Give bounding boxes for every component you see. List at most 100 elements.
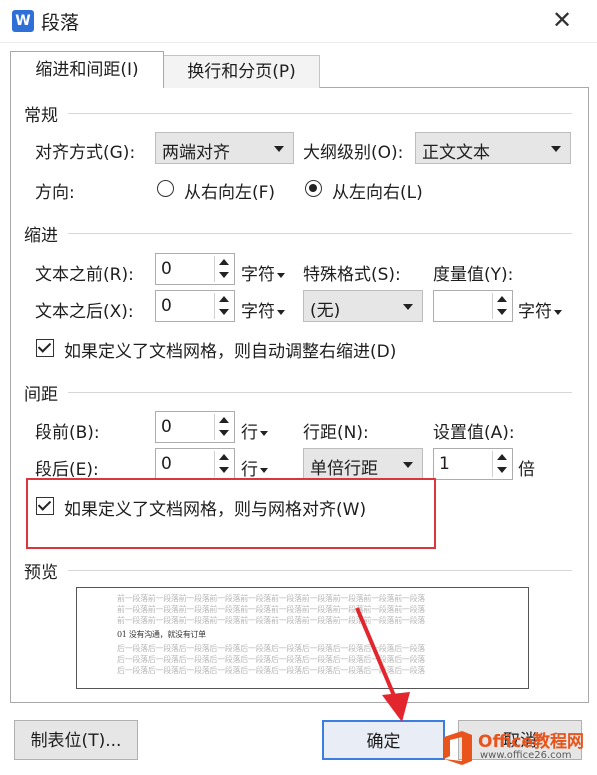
title-bar (0, 0, 597, 43)
indent-after-unit[interactable]: 字符 (241, 297, 285, 322)
space-after-unit[interactable]: 行 (241, 455, 268, 480)
spinner-buttons[interactable] (214, 451, 232, 477)
indent-after-spinner[interactable]: 0 (155, 290, 235, 322)
chevron-down-icon (277, 309, 285, 315)
alignment-value: 两端对齐 (162, 143, 230, 163)
special-format-label: 特殊格式(S): (303, 265, 401, 285)
setting-value: 1 (439, 454, 450, 474)
dialog-title: 段落 (41, 12, 80, 34)
preview-next-line: 后一段落后一段落后一段落后一段落后一段落后一段落后一段落后一段落后一段落后一段落 (117, 666, 425, 675)
unit-text: 行 (241, 460, 258, 480)
preview-prev-line: 前一段落前一段落前一段落前一段落前一段落前一段落前一段落前一段落前一段落前一段落 (117, 594, 425, 603)
measure-unit[interactable]: 字符 (518, 297, 562, 322)
section-spacing-title: 间距 (24, 385, 58, 405)
spin-down-icon[interactable] (219, 272, 229, 278)
checkmark-icon (37, 339, 52, 353)
indent-after-label: 文本之后(X): (35, 302, 134, 322)
special-format-dropdown[interactable]: (无) (303, 290, 423, 322)
special-format-value: (无) (310, 301, 341, 321)
chevron-down-icon (403, 462, 413, 468)
unit-text: 字符 (518, 302, 552, 322)
grid-align-label: 如果定义了文档网格，则与网格对齐(W) (64, 500, 367, 520)
space-before-unit[interactable]: 行 (241, 418, 268, 443)
preview-sample-line: 01 没有沟通，就没有订单 (117, 630, 206, 639)
spin-up-icon[interactable] (497, 454, 507, 460)
indent-before-value: 0 (161, 259, 172, 279)
section-divider (68, 113, 572, 114)
measure-spinner[interactable] (433, 290, 513, 322)
grid-align-checkbox[interactable] (36, 497, 54, 515)
spin-down-icon[interactable] (219, 467, 229, 473)
spin-down-icon[interactable] (497, 309, 507, 315)
preview-prev-line: 前一段落前一段落前一段落前一段落前一段落前一段落前一段落前一段落前一段落前一段落 (117, 605, 425, 614)
ltr-label: 从左向右(L) (332, 183, 423, 203)
indent-before-label: 文本之前(R): (35, 265, 134, 285)
outline-level-label: 大纲级别(O): (303, 143, 404, 163)
section-divider (68, 392, 572, 393)
indent-before-spinner[interactable]: 0 (155, 253, 235, 285)
spinner-buttons[interactable] (214, 256, 232, 282)
annotation-arrow-icon (355, 607, 410, 722)
tab-stops-button[interactable]: 制表位(T)... (14, 720, 138, 760)
spin-up-icon[interactable] (219, 454, 229, 460)
spin-up-icon[interactable] (219, 259, 229, 265)
close-icon[interactable]: ✕ (552, 6, 572, 34)
watermark-url: www.office26.com (480, 750, 572, 761)
measure-label: 度量值(Y): (433, 265, 514, 285)
ltr-radio[interactable] (305, 180, 322, 197)
rtl-radio[interactable] (157, 180, 174, 197)
office-logo-icon (444, 731, 472, 765)
setting-value-spinner[interactable]: 1 (433, 448, 513, 480)
unit-text: 字符 (241, 302, 275, 322)
spinner-buttons[interactable] (492, 293, 510, 319)
spinner-buttons[interactable] (214, 293, 232, 319)
chevron-down-icon (260, 467, 268, 473)
spinner-buttons[interactable] (214, 414, 232, 440)
rtl-label: 从右向左(F) (184, 183, 276, 203)
spin-up-icon[interactable] (219, 417, 229, 423)
alignment-dropdown[interactable]: 两端对齐 (155, 132, 294, 164)
spin-down-icon[interactable] (219, 430, 229, 436)
chevron-down-icon (277, 272, 285, 278)
chevron-down-icon (274, 146, 284, 152)
wps-writer-icon: W (12, 10, 34, 32)
chevron-down-icon (551, 146, 561, 152)
spinner-buttons[interactable] (492, 451, 510, 477)
line-spacing-dropdown[interactable]: 单倍行距 (303, 448, 423, 480)
line-spacing-label: 行距(N): (303, 423, 369, 443)
tab-indent-spacing[interactable]: 缩进和间距(I) (10, 51, 164, 88)
checkmark-icon (37, 497, 52, 511)
spin-down-icon[interactable] (219, 309, 229, 315)
tab-line-page-breaks[interactable]: 换行和分页(P) (163, 55, 320, 88)
outline-level-dropdown[interactable]: 正文文本 (415, 132, 571, 164)
paragraph-preview: 前一段落前一段落前一段落前一段落前一段落前一段落前一段落前一段落前一段落前一段落… (76, 587, 529, 689)
indent-after-value: 0 (161, 296, 172, 316)
outline-level-value: 正文文本 (422, 143, 490, 163)
direction-label: 方向: (35, 183, 75, 203)
chevron-down-icon (260, 430, 268, 436)
unit-text: 字符 (241, 265, 275, 285)
space-after-label: 段后(E): (35, 460, 99, 480)
spin-up-icon[interactable] (497, 296, 507, 302)
preview-prev-line: 前一段落前一段落前一段落前一段落前一段落前一段落前一段落前一段落前一段落前一段落 (117, 616, 425, 625)
preview-next-line: 后一段落后一段落后一段落后一段落后一段落后一段落后一段落后一段落后一段落后一段落 (117, 644, 425, 653)
space-after-spinner[interactable]: 0 (155, 448, 235, 480)
auto-adjust-checkbox[interactable] (36, 339, 54, 357)
watermark-brand: Office教程网 (478, 732, 585, 752)
section-preview-title: 预览 (24, 563, 58, 583)
indent-before-unit[interactable]: 字符 (241, 260, 285, 285)
chevron-down-icon (554, 309, 562, 315)
spin-up-icon[interactable] (219, 296, 229, 302)
section-general-title: 常规 (24, 106, 58, 126)
auto-adjust-label: 如果定义了文档网格，则自动调整右缩进(D) (64, 342, 397, 362)
alignment-label: 对齐方式(G): (35, 143, 136, 163)
space-after-value: 0 (161, 454, 172, 474)
space-before-value: 0 (161, 417, 172, 437)
setting-value-label: 设置值(A): (433, 423, 515, 443)
space-before-spinner[interactable]: 0 (155, 411, 235, 443)
chevron-down-icon (403, 304, 413, 310)
section-indent-title: 缩进 (24, 226, 58, 246)
preview-next-line: 后一段落后一段落后一段落后一段落后一段落后一段落后一段落后一段落后一段落后一段落 (117, 655, 425, 664)
unit-text: 行 (241, 423, 258, 443)
spin-down-icon[interactable] (497, 467, 507, 473)
